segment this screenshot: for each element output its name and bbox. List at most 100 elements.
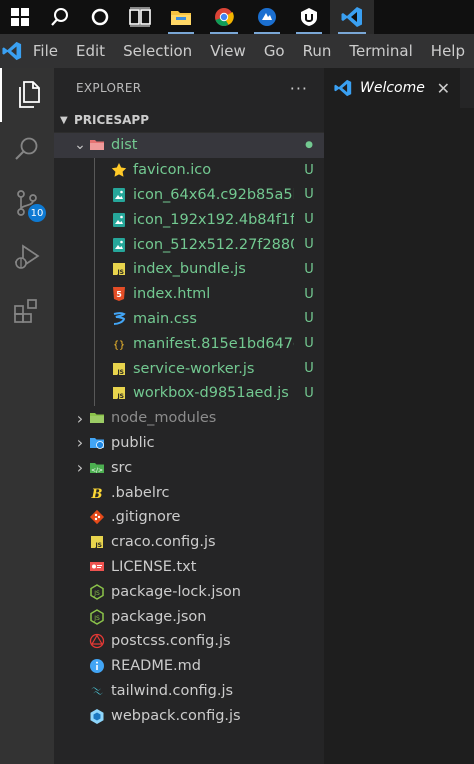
tailwind-icon <box>88 682 106 700</box>
source-control-badge: 10 <box>28 204 46 222</box>
search-icon <box>51 8 68 26</box>
tab-welcome-label: Welcome <box>360 80 425 96</box>
menu-view[interactable]: View <box>201 42 255 60</box>
file-row[interactable]: JS package.json <box>54 604 324 629</box>
svg-text:JS: JS <box>116 369 124 376</box>
cortana-ring-icon <box>91 8 109 26</box>
folder-row[interactable]: › public <box>54 431 324 456</box>
blue-app-icon <box>258 8 276 26</box>
chevron-down-icon[interactable]: ⌄ <box>72 137 88 153</box>
indent-guide <box>94 207 95 233</box>
taskbar-app-blue[interactable] <box>246 0 288 34</box>
file-row[interactable]: README.md <box>54 654 324 679</box>
file-name: LICENSE.txt <box>111 558 197 575</box>
file-name: .babelrc <box>111 484 170 501</box>
vscode-icon <box>341 7 362 27</box>
nodejs-icon: JS <box>88 608 106 626</box>
file-row[interactable]: main.css U <box>54 306 324 332</box>
file-name: node_modules <box>111 410 217 427</box>
file-row[interactable]: tailwind.config.js <box>54 679 324 704</box>
menu-edit[interactable]: Edit <box>67 42 114 60</box>
folder-row[interactable]: › node_modules <box>54 406 324 431</box>
file-row[interactable]: icon_192x192.4b84f1f7... U <box>54 207 324 233</box>
menu-file[interactable]: File <box>24 42 67 60</box>
file-name: README.md <box>111 658 201 675</box>
file-name: icon_512x512.27f28807... <box>133 236 294 253</box>
indent-guide <box>94 306 95 332</box>
src-folder-icon: </> <box>88 459 106 477</box>
file-row[interactable]: {} manifest.815e1bd647d... U <box>54 331 324 357</box>
file-name: tailwind.config.js <box>111 682 234 699</box>
taskbar-chrome[interactable] <box>202 0 246 34</box>
task-view-button[interactable] <box>120 0 160 34</box>
run-debug-icon <box>15 244 40 269</box>
git-status-badge: U <box>304 162 314 178</box>
file-row[interactable]: icon_512x512.27f28807... U <box>54 232 324 257</box>
taskbar-app-shield[interactable] <box>288 0 330 34</box>
activity-extensions[interactable] <box>0 284 54 338</box>
taskbar-search-button[interactable] <box>40 0 80 34</box>
activity-run-debug[interactable] <box>0 230 54 284</box>
json-icon: {} <box>110 335 128 353</box>
file-row[interactable]: 5 index.html U <box>54 281 324 307</box>
menu-terminal[interactable]: Terminal <box>340 42 421 60</box>
indent-guide <box>94 232 95 257</box>
chevron-right-icon[interactable]: › <box>72 458 88 477</box>
file-row[interactable]: B .babelrc <box>54 480 324 505</box>
file-name: workbox-d9851aed.js <box>133 385 289 402</box>
file-row[interactable]: JS package-lock.json <box>54 579 324 604</box>
more-actions-button[interactable]: ··· <box>290 79 308 98</box>
menu-run[interactable]: Run <box>294 42 341 60</box>
file-explorer-folder-icon <box>171 11 191 25</box>
chevron-right-icon[interactable]: › <box>72 409 88 428</box>
file-row[interactable]: webpack.config.js <box>54 703 324 728</box>
explorer-sidebar: EXPLORER ··· ▼ PRICESAPP ⌄ dist ● favicon.i… <box>54 68 324 764</box>
file-name: package.json <box>111 608 207 625</box>
tab-close-button[interactable]: ✕ <box>437 79 450 98</box>
file-row[interactable]: favicon.ico U <box>54 157 324 183</box>
file-row[interactable]: icon_64x64.c92b85a5b... U <box>54 182 324 208</box>
node-folder-icon <box>88 409 106 427</box>
folder-row[interactable]: ⌄ dist ● <box>54 133 324 158</box>
file-name: src <box>111 459 133 476</box>
file-row[interactable]: JS craco.config.js <box>54 530 324 555</box>
activity-explorer[interactable] <box>0 68 54 122</box>
taskbar-file-explorer[interactable] <box>160 0 202 34</box>
menu-help[interactable]: Help <box>422 42 474 60</box>
activity-source-control[interactable]: 10 <box>0 176 54 230</box>
indent-guide <box>94 157 95 183</box>
explorer-title: EXPLORER <box>76 81 142 95</box>
vscode-menubar: File Edit Selection View Go Run Terminal… <box>0 34 474 68</box>
project-section-header[interactable]: ▼ PRICESAPP <box>54 108 324 133</box>
svg-text:5: 5 <box>116 290 122 299</box>
file-row[interactable]: .gitignore <box>54 505 324 530</box>
file-name: dist <box>111 137 138 154</box>
search-icon <box>15 137 38 160</box>
menu-selection[interactable]: Selection <box>114 42 201 60</box>
explorer-header: EXPLORER ··· <box>54 68 324 108</box>
file-name: public <box>111 434 155 451</box>
license-icon <box>88 558 106 576</box>
file-row[interactable]: JS service-worker.js U <box>54 356 324 381</box>
js-icon: JS <box>110 360 128 378</box>
file-row[interactable]: JS index_bundle.js U <box>54 256 324 282</box>
folder-row[interactable]: › </> src <box>54 455 324 480</box>
svg-text:JS: JS <box>93 615 100 622</box>
svg-text:JS: JS <box>93 590 100 597</box>
cortana-button[interactable] <box>80 0 120 34</box>
taskbar-vscode[interactable] <box>330 0 374 34</box>
image-icon <box>110 211 128 229</box>
chevron-down-icon: ▼ <box>60 114 68 126</box>
git-status-badge: U <box>304 237 314 253</box>
file-row[interactable]: JS workbox-d9851aed.js U <box>54 380 324 406</box>
windows-start-button[interactable] <box>0 0 40 34</box>
activity-search[interactable] <box>0 122 54 176</box>
file-row[interactable]: postcss.config.js <box>54 629 324 654</box>
menu-go[interactable]: Go <box>255 42 294 60</box>
git-status-badge: U <box>304 212 314 228</box>
file-name: main.css <box>133 310 197 327</box>
tab-welcome[interactable]: Welcome ✕ <box>324 68 460 108</box>
chevron-right-icon[interactable]: › <box>72 433 88 452</box>
file-tree: ⌄ dist ● favicon.ico Uicon_64x64.c92b85a5b..… <box>54 133 324 728</box>
file-row[interactable]: LICENSE.txt <box>54 555 324 580</box>
